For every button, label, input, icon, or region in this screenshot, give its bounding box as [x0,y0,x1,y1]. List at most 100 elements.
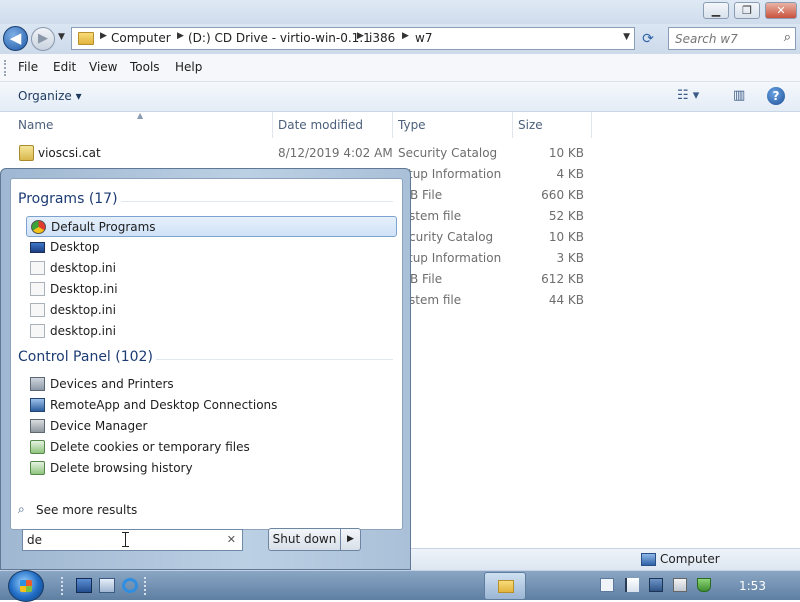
recent-pages-dropdown[interactable]: ▼ [58,32,65,42]
control-panel-group-header[interactable]: Control Panel (102) [18,349,153,365]
column-divider[interactable] [272,112,273,138]
result-device-manager[interactable]: Device Manager [26,416,397,437]
search-box[interactable]: ⌕ [668,27,796,50]
file-type: stem file [409,209,462,223]
breadcrumb-separator-icon[interactable]: ▶ [177,31,184,41]
column-header-size[interactable]: Size [518,112,543,138]
show-desktop-icon[interactable] [76,578,92,593]
start-button[interactable] [8,570,44,602]
file-type: tup Information [408,167,502,181]
address-bar[interactable]: ▶ Computer ▶ (D:) CD Drive - virtio-win-… [71,27,635,50]
result-remoteapp[interactable]: RemoteApp and Desktop Connections [26,395,397,416]
result-desktop-ini[interactable]: desktop.ini [26,321,397,342]
text-cursor-icon [122,532,129,547]
switch-windows-icon[interactable] [99,578,115,593]
change-view-icon[interactable]: ☷ ▾ [677,88,699,103]
breadcrumb-separator-icon[interactable]: ▶ [100,31,107,41]
organize-button[interactable]: Organize ▾ [18,89,82,103]
result-desktop-ini[interactable]: Desktop.ini [26,279,397,300]
tray-document-icon[interactable] [600,578,614,592]
menu-grip [4,60,7,76]
menu-edit[interactable]: Edit [53,60,76,74]
column-divider[interactable] [591,112,592,138]
remoteapp-icon [30,398,45,412]
file-size: 660 KB [541,188,584,202]
result-label: Device Manager [50,419,148,433]
file-size: 4 KB [556,167,584,181]
minimize-button[interactable]: ▁ [703,2,729,19]
shutdown-button[interactable]: Shut down [268,528,341,551]
windows-logo-icon [20,580,32,592]
result-delete-browsing-history[interactable]: Delete browsing history [26,458,397,479]
ini-file-icon [30,303,45,317]
search-results-panel: Programs (17) Default Programs Desktop d… [10,178,403,530]
network-icon[interactable] [649,578,663,592]
file-type: curity Catalog [409,230,494,244]
ini-file-icon [30,282,45,296]
forward-button[interactable]: ▶ [31,27,55,51]
command-bar: Organize ▾ ☷ ▾ ▥ ? [0,82,800,112]
breadcrumb-w7[interactable]: w7 [415,31,432,45]
file-row[interactable]: vioscsi.cat 8/12/2019 4:02 AM Security C… [0,143,800,164]
navigation-bar: ◀ ▶ ▼ ▶ Computer ▶ (D:) CD Drive - virti… [0,24,800,54]
security-catalog-icon [19,145,34,161]
file-type: B File [410,272,443,286]
security-shield-icon[interactable] [697,578,711,592]
column-divider[interactable] [392,112,393,138]
taskbar-windows-explorer[interactable] [484,572,526,600]
menu-help[interactable]: Help [175,60,202,74]
column-header-date-modified[interactable]: Date modified [278,112,363,138]
result-devices-and-printers[interactable]: Devices and Printers [26,374,397,395]
column-header-type[interactable]: Type [398,112,426,138]
breadcrumb-computer[interactable]: Computer [111,31,171,45]
start-search-box[interactable]: ✕ [22,529,243,551]
start-search-input[interactable] [27,532,207,548]
folder-icon [498,580,514,593]
close-button[interactable]: ✕ [765,2,797,19]
result-delete-cookies[interactable]: Delete cookies or temporary files [26,437,397,458]
maximize-button[interactable]: ❐ [734,2,760,19]
internet-explorer-icon[interactable] [122,578,138,593]
result-desktop-ini[interactable]: desktop.ini [26,300,397,321]
ini-file-icon [30,324,45,338]
result-label: Desktop.ini [50,282,118,296]
shutdown-options-arrow[interactable]: ▶ [340,528,361,551]
file-date: 8/12/2019 4:02 AM [278,146,393,160]
group-divider [156,359,393,360]
preview-pane-icon[interactable]: ▥ [733,88,745,103]
file-size: 10 KB [548,146,584,160]
file-type: tup Information [408,251,502,265]
programs-group-header[interactable]: Programs (17) [18,191,118,207]
search-input[interactable] [669,28,769,49]
result-desktop-ini[interactable]: desktop.ini [26,258,397,279]
action-center-flag-icon[interactable] [625,578,639,592]
breadcrumb-i386[interactable]: i386 [369,31,395,45]
result-default-programs[interactable]: Default Programs [26,216,397,237]
result-label: desktop.ini [50,324,116,338]
file-type: stem file [409,293,462,307]
help-icon[interactable]: ? [767,87,785,105]
menu-tools[interactable]: Tools [130,60,160,74]
clock[interactable]: 1:53 [739,579,766,593]
search-icon[interactable]: ⌕ [784,30,791,45]
menu-file[interactable]: File [18,60,38,74]
file-size: 44 KB [548,293,584,307]
menu-view[interactable]: View [89,60,117,74]
volume-muted-icon[interactable] [673,578,687,592]
status-location: Computer [660,552,720,566]
desktop-icon [30,242,45,253]
breadcrumb-separator-icon[interactable]: ▶ [357,31,364,41]
refresh-icon[interactable]: ⟳ [638,29,658,49]
column-header-name[interactable]: Name [18,112,53,138]
address-dropdown-icon[interactable]: ▼ [623,32,630,42]
breadcrumb-cd-drive[interactable]: (D:) CD Drive - virtio-win-0.1.1 [188,31,371,45]
back-button[interactable]: ◀ [3,26,28,51]
folder-icon [78,32,94,45]
breadcrumb-separator-icon[interactable]: ▶ [402,31,409,41]
column-divider[interactable] [512,112,513,138]
start-menu: Programs (17) Default Programs Desktop d… [0,168,411,570]
clear-search-icon[interactable]: ✕ [227,533,236,546]
file-size: 3 KB [556,251,584,265]
menu-bar: File Edit View Tools Help [0,54,800,82]
result-desktop[interactable]: Desktop [26,237,397,258]
